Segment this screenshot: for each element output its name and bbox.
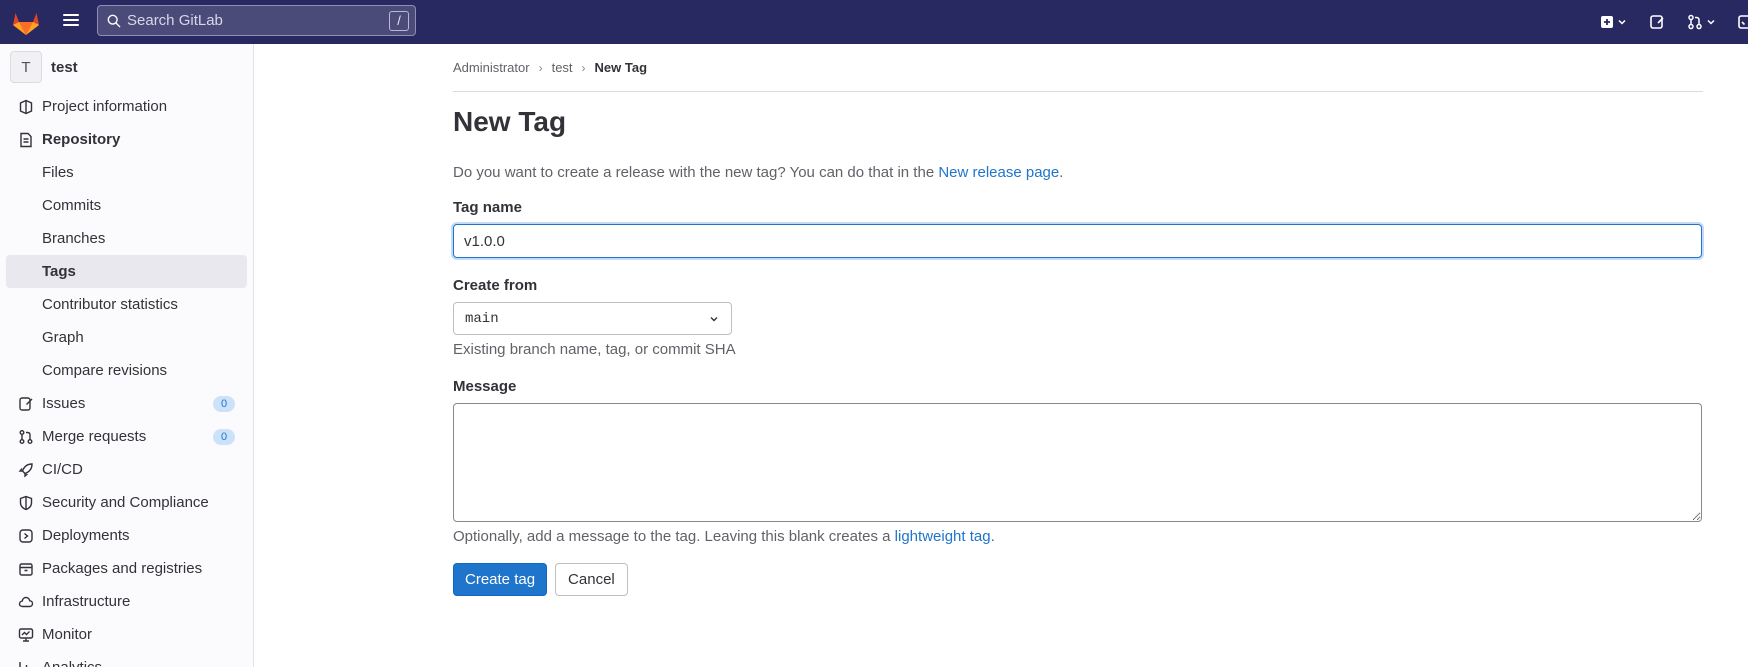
issues-nav-button[interactable]	[1645, 9, 1669, 35]
sidebar-item-repository[interactable]: Repository	[6, 123, 247, 156]
intro-text-body: Do you want to create a release with the…	[453, 164, 939, 181]
sidebar-item-graph[interactable]: Graph	[6, 321, 247, 354]
breadcrumb-separator-icon: ›	[538, 60, 543, 75]
sidebar-item-commits[interactable]: Commits	[6, 189, 247, 222]
sidebar-item-label: Repository	[42, 131, 121, 148]
breadcrumb: Administrator › test › New Tag	[453, 44, 1703, 92]
sidebar-item-branches[interactable]: Branches	[6, 222, 247, 255]
shield-icon	[19, 495, 33, 511]
project-name: test	[51, 58, 78, 76]
chart-icon	[19, 662, 31, 667]
page-title: New Tag	[453, 106, 567, 137]
project-sidebar: T test Project information Repository Fi…	[0, 44, 254, 667]
sidebar-item-files[interactable]: Files	[6, 156, 247, 189]
message-label: Message	[453, 378, 517, 395]
merge-requests-count-badge: 0	[213, 429, 235, 445]
merge-requests-nav-button[interactable]	[1683, 9, 1720, 35]
sidebar-item-deployments[interactable]: Deployments	[6, 519, 247, 552]
sidebar-item-label: Compare revisions	[42, 362, 168, 379]
search-placeholder: Search GitLab	[127, 12, 223, 29]
sidebar-item-label: Monitor	[42, 626, 93, 643]
create-from-help-text: Existing branch name, tag, or commit SHA	[453, 341, 736, 358]
create-from-selected-value: main	[465, 310, 499, 327]
issues-icon	[19, 397, 33, 411]
sidebar-item-label: Contributor statistics	[42, 296, 178, 313]
sidebar-item-monitor[interactable]: Monitor	[6, 618, 247, 651]
merge-request-icon	[1688, 14, 1702, 30]
sidebar-item-packages-and-registries[interactable]: Packages and registries	[6, 552, 247, 585]
lightweight-tag-link[interactable]: lightweight tag	[895, 528, 991, 545]
main-content: Administrator › test › New Tag New Tag D…	[453, 44, 1703, 596]
deployments-icon	[19, 529, 33, 543]
menu-toggle-button[interactable]	[60, 11, 82, 33]
sidebar-item-label: Graph	[42, 329, 84, 346]
gitlab-logo-icon[interactable]	[10, 6, 42, 38]
sidebar-item-infrastructure[interactable]: Infrastructure	[6, 585, 247, 618]
issues-icon	[1650, 15, 1664, 29]
sidebar-item-label: Commits	[42, 197, 102, 214]
create-tag-button[interactable]: Create tag	[453, 563, 548, 596]
project-avatar: T	[10, 51, 42, 83]
create-from-label: Create from	[453, 277, 538, 294]
breadcrumb-item-administrator[interactable]: Administrator	[453, 60, 530, 75]
tag-name-input[interactable]	[453, 224, 1702, 258]
new-release-page-link[interactable]: New release page	[938, 164, 1059, 181]
sidebar-item-label: Deployments	[42, 527, 130, 544]
sidebar-item-merge-requests[interactable]: Merge requests 0	[6, 420, 247, 453]
sidebar-item-compare-revisions[interactable]: Compare revisions	[6, 354, 247, 387]
cloud-icon	[18, 596, 34, 608]
sidebar-item-issues[interactable]: Issues 0	[6, 387, 247, 420]
merge-request-icon	[19, 430, 33, 444]
monitor-icon	[18, 628, 34, 642]
sidebar-item-label: Packages and registries	[42, 560, 203, 577]
chevron-down-icon	[710, 316, 718, 321]
search-bar[interactable]: Search GitLab /	[97, 5, 416, 36]
message-textarea[interactable]	[453, 403, 1702, 522]
sidebar-item-label: Analytics	[42, 659, 102, 667]
intro-text: Do you want to create a release with the…	[453, 164, 1703, 181]
issues-count-badge: 0	[213, 396, 235, 412]
sidebar-item-contributor-statistics[interactable]: Contributor statistics	[6, 288, 247, 321]
sidebar-item-tags[interactable]: Tags	[6, 255, 247, 288]
form-actions: Create tag Cancel	[453, 563, 1703, 596]
message-help-end: .	[990, 528, 995, 545]
chevron-down-icon	[1707, 19, 1715, 25]
intro-text-end: .	[1059, 164, 1064, 181]
sidebar-item-label: Security and Compliance	[42, 494, 209, 511]
tag-name-label: Tag name	[453, 199, 522, 216]
sidebar-item-cicd[interactable]: CI/CD	[6, 453, 247, 486]
message-help-text: Optionally, add a message to the tag. Le…	[453, 528, 1703, 545]
sidebar-item-label: CI/CD	[42, 461, 83, 478]
top-navbar: Search GitLab /	[0, 0, 1748, 44]
todo-icon	[1738, 15, 1748, 29]
search-shortcut-hint: /	[389, 10, 409, 31]
sidebar-item-analytics[interactable]: Analytics	[6, 651, 247, 667]
sidebar-item-label: Merge requests	[42, 428, 147, 445]
plus-square-icon	[1601, 16, 1613, 28]
search-icon	[107, 14, 121, 27]
sidebar-item-security-and-compliance[interactable]: Security and Compliance	[6, 486, 247, 519]
sidebar-item-label: Files	[42, 164, 74, 181]
chevron-down-icon	[1618, 19, 1626, 25]
cancel-button[interactable]: Cancel	[555, 563, 628, 596]
project-header[interactable]: T test	[0, 44, 253, 90]
repository-icon	[20, 132, 32, 148]
breadcrumb-item-project[interactable]: test	[552, 60, 573, 75]
rocket-icon	[18, 463, 33, 478]
create-new-button[interactable]	[1596, 9, 1631, 35]
project-info-icon	[19, 99, 33, 115]
breadcrumb-item-current[interactable]: New Tag	[595, 60, 648, 75]
package-icon	[19, 563, 33, 576]
sidebar-item-label: Project information	[42, 98, 168, 115]
sidebar-item-project-information[interactable]: Project information	[6, 90, 247, 123]
sidebar-item-label: Tags	[42, 263, 76, 280]
sidebar-item-label: Branches	[42, 230, 106, 247]
sidebar-item-label: Issues	[42, 395, 86, 412]
todos-nav-button[interactable]	[1734, 9, 1748, 35]
message-help-body: Optionally, add a message to the tag. Le…	[453, 528, 895, 545]
breadcrumb-separator-icon: ›	[581, 60, 586, 75]
sidebar-item-label: Infrastructure	[42, 593, 131, 610]
create-from-dropdown[interactable]: main	[453, 302, 732, 335]
